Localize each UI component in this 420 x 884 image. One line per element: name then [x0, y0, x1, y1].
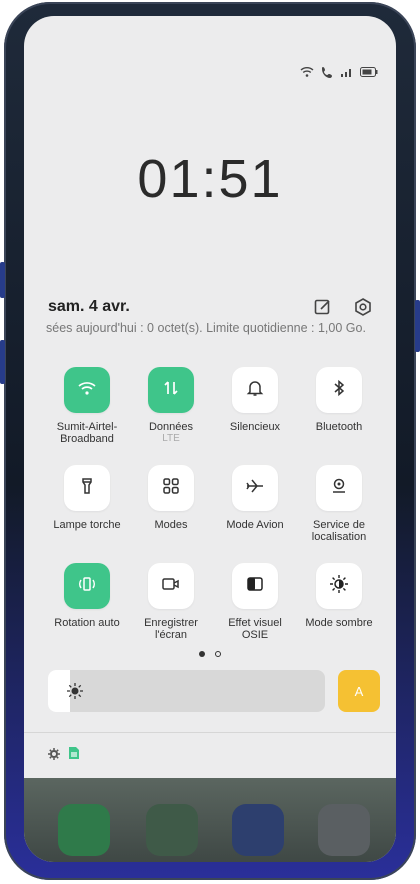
wifi-icon — [300, 66, 314, 78]
data-tile-button[interactable] — [148, 367, 194, 413]
bluetooth-tile-button[interactable] — [316, 367, 362, 413]
tile-flashlight[interactable]: Lampe torche — [46, 465, 128, 531]
quick-settings-grid: Sumit-Airtel-Broadband Données LTE Silen… — [46, 351, 374, 651]
messages-app-icon[interactable] — [146, 804, 198, 856]
tile-mobile-data[interactable]: Données LTE — [130, 367, 212, 445]
tile-label: Mode Avion — [226, 519, 284, 531]
location-tile-button[interactable] — [316, 465, 362, 511]
tile-screen-record[interactable]: Enregistrer l'écran — [130, 563, 212, 641]
browser-app-icon[interactable] — [232, 804, 284, 856]
tile-auto-rotate[interactable]: Rotation auto — [46, 563, 128, 629]
visual-effect-tile-button[interactable] — [232, 563, 278, 609]
tile-label: Enregistrer l'écran — [144, 617, 198, 641]
divider — [24, 732, 396, 733]
bluetooth-icon — [330, 379, 348, 402]
tile-visual-effect[interactable]: Effet visuel OSIE — [214, 563, 296, 641]
flashlight-icon — [78, 477, 96, 500]
tile-bluetooth[interactable]: Bluetooth — [298, 367, 380, 433]
tile-label: Silencieux — [229, 421, 281, 433]
bell-icon — [246, 379, 264, 402]
tile-wifi[interactable]: Sumit-Airtel-Broadband — [46, 367, 128, 445]
screen-record-icon — [161, 575, 181, 598]
visual-effect-icon — [246, 575, 264, 598]
signal-icon — [340, 66, 354, 78]
status-bar — [300, 66, 378, 78]
silent-tile-button[interactable] — [232, 367, 278, 413]
home-screen-dock — [24, 778, 396, 862]
power-button — [415, 300, 420, 352]
location-icon — [330, 477, 348, 500]
tile-location[interactable]: Service de localisation — [298, 465, 380, 543]
tile-label: Modes — [154, 519, 188, 531]
volume-button — [0, 262, 5, 298]
tile-label: Données — [148, 421, 194, 433]
airplane-tile-button[interactable] — [232, 465, 278, 511]
wifi-icon — [77, 380, 97, 401]
screen: 01:51 sam. 4 avr. sées aujourd'hui : 0 o… — [24, 16, 396, 862]
brightness-slider[interactable] — [48, 670, 325, 712]
airplane-icon — [245, 477, 265, 500]
modes-tile-button[interactable] — [148, 465, 194, 511]
date-label: sam. 4 avr. — [48, 298, 130, 315]
tile-sublabel: LTE — [162, 433, 180, 444]
call-icon — [320, 66, 334, 78]
volume-button-lower — [0, 340, 5, 384]
rotate-tile-button[interactable] — [64, 563, 110, 609]
page-indicator — [24, 644, 396, 662]
dark-mode-icon — [329, 574, 349, 599]
phone-app-icon[interactable] — [58, 804, 110, 856]
wifi-tile-button[interactable] — [64, 367, 110, 413]
page-dot — [215, 651, 222, 657]
tile-silent[interactable]: Silencieux — [214, 367, 296, 433]
lock-clock: 01:51 — [137, 149, 283, 209]
tile-airplane[interactable]: Mode Avion — [214, 465, 296, 531]
auto-brightness-button[interactable]: A — [338, 670, 380, 712]
data-usage-text: sées aujourd'hui : 0 octet(s). Limite qu… — [46, 321, 366, 335]
flashlight-tile-button[interactable] — [64, 465, 110, 511]
tile-label: Rotation auto — [54, 617, 120, 629]
sun-icon — [66, 682, 84, 705]
modes-grid-icon — [162, 477, 180, 500]
page-dot-active — [198, 651, 205, 657]
tile-label: Effet visuel OSIE — [228, 617, 282, 641]
tile-modes[interactable]: Modes — [130, 465, 212, 531]
dark-mode-tile-button[interactable] — [316, 563, 362, 609]
tile-label: Bluetooth — [315, 421, 363, 433]
notification-tray — [48, 746, 80, 765]
data-transfer-icon — [162, 379, 180, 402]
battery-icon — [360, 67, 378, 77]
tile-label: Mode sombre — [305, 617, 373, 629]
panel-header: sam. 4 avr. — [48, 298, 372, 316]
tile-label: Lampe torche — [53, 519, 121, 531]
rotate-icon — [77, 575, 97, 598]
edit-icon[interactable] — [314, 298, 332, 316]
tile-dark-mode[interactable]: Mode sombre — [298, 563, 380, 629]
tile-label: Sumit-Airtel-Broadband — [56, 421, 118, 445]
screen-record-tile-button[interactable] — [148, 563, 194, 609]
sim-icon[interactable] — [68, 746, 80, 765]
settings-icon[interactable] — [354, 298, 372, 316]
tile-label: Service de localisation — [311, 519, 367, 543]
settings-icon[interactable] — [48, 747, 60, 765]
camera-app-icon[interactable] — [318, 804, 370, 856]
